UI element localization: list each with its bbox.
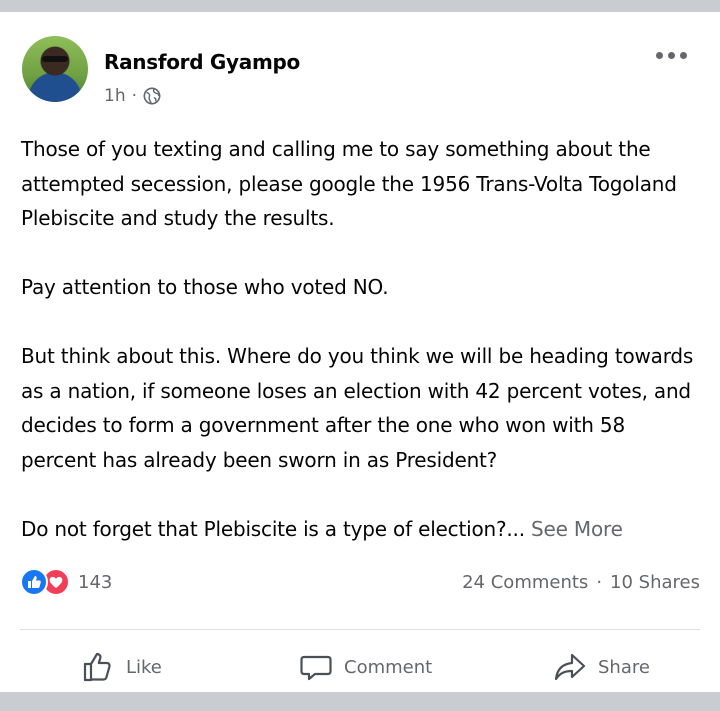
meta-separator: ·	[131, 86, 137, 106]
post-paragraph: Pay attention to those who voted NO.	[21, 275, 389, 299]
comment-button[interactable]: Comment	[298, 642, 432, 692]
globe-icon	[143, 87, 161, 105]
reaction-count: 143	[78, 571, 113, 593]
thumbs-up-icon	[83, 652, 111, 682]
post-paragraph-last: Do not forget that Plebiscite is a type …	[21, 512, 701, 547]
see-more-link[interactable]: See More	[531, 517, 623, 541]
more-options-icon[interactable]	[656, 48, 690, 62]
action-divider	[20, 629, 700, 630]
post-paragraph-truncated: Do not forget that Plebiscite is a type …	[21, 516, 525, 541]
share-button[interactable]: Share	[552, 642, 650, 692]
like-reaction-icon	[20, 568, 48, 596]
share-label: Share	[598, 656, 650, 678]
comments-count[interactable]: 24 Comments	[462, 572, 588, 593]
avatar-glasses	[42, 56, 68, 62]
like-button[interactable]: Like	[80, 642, 162, 692]
share-arrow-icon	[554, 653, 586, 681]
post-time[interactable]: 1h	[104, 86, 126, 106]
facebook-post: Ransford Gyampo 1h · Those of you textin…	[0, 12, 720, 692]
like-label: Like	[126, 656, 162, 678]
post-meta: 1h ·	[104, 86, 161, 106]
post-text: Those of you texting and calling me to s…	[21, 132, 701, 546]
author-name[interactable]: Ransford Gyampo	[104, 50, 300, 74]
engagement-separator: ·	[596, 572, 603, 593]
avatar[interactable]	[22, 36, 88, 102]
comment-icon	[300, 655, 332, 681]
post-paragraph: But think about this. Where do you think…	[21, 344, 694, 472]
action-bar: Like Comment Share	[0, 642, 720, 692]
shares-count[interactable]: 10 Shares	[610, 572, 700, 593]
reaction-summary[interactable]: 143	[20, 568, 112, 596]
post-paragraph: Those of you texting and calling me to s…	[21, 137, 677, 230]
engagement-counts: 24 Comments · 10 Shares	[462, 572, 700, 593]
comment-label: Comment	[344, 656, 433, 678]
